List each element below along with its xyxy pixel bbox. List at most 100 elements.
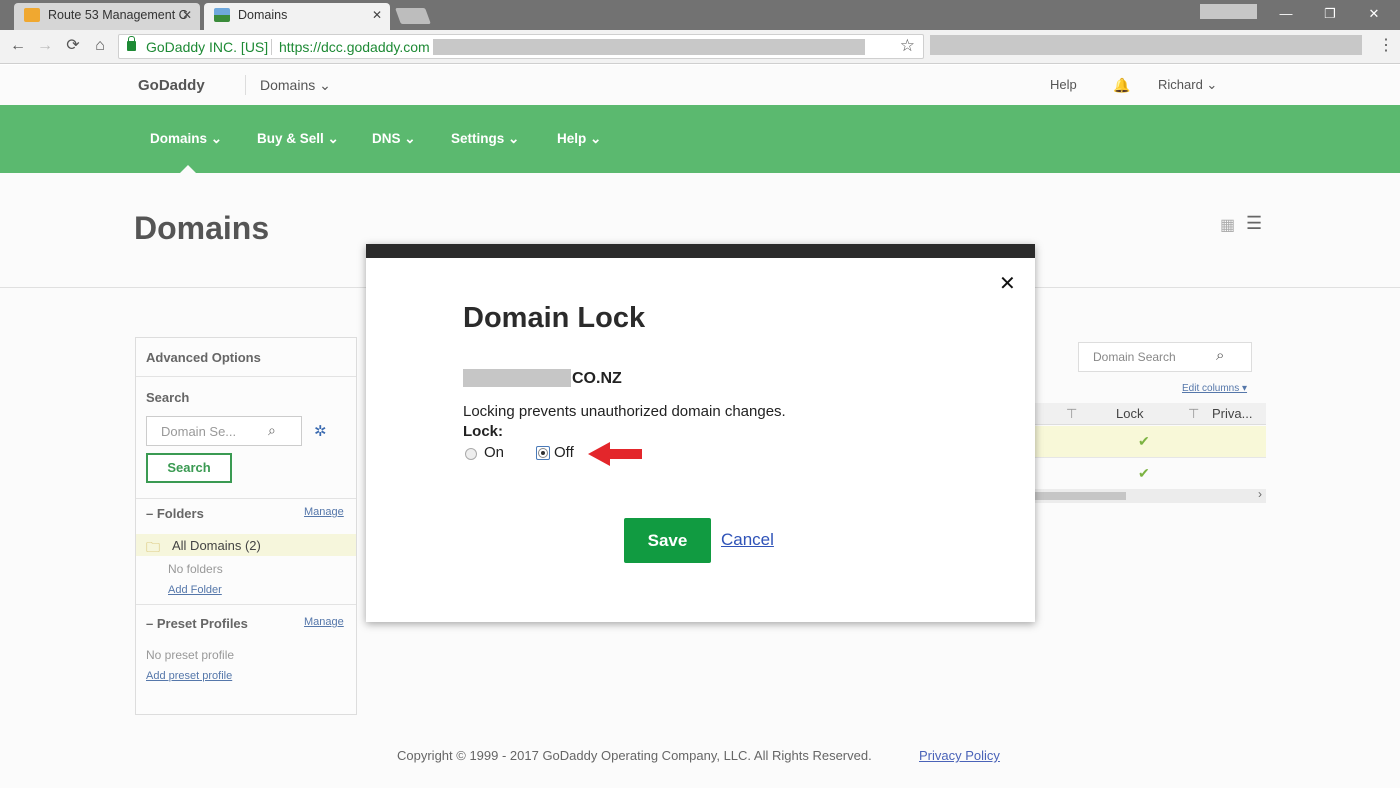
url-separator [271,39,272,55]
tab-title: Domains [238,8,288,22]
presets-manage-link[interactable]: Manage [304,616,344,628]
search-icon[interactable]: ⌕ [268,422,276,439]
extensions-redaction [930,35,1362,55]
divider [136,376,356,377]
filter-icon[interactable]: ⊤ [1188,406,1199,422]
domain-name-redaction [463,369,571,387]
user-menu[interactable]: Richard ⌄ [1158,77,1217,93]
advanced-options-panel: Advanced Options Search Domain Se... ⌕ ✲… [135,337,357,715]
domains-favicon-icon [214,8,230,22]
bookmark-star-icon[interactable]: ☆ [900,36,915,56]
browser-toolbar: ← → ⟳ ⌂ GoDaddy INC. [US] https://dcc.go… [0,30,1400,64]
close-icon[interactable]: ✕ [999,274,1016,294]
product-menu[interactable]: Domains ⌄ [260,77,331,94]
table-row[interactable]: ✔ [1030,458,1266,490]
domain-search-input[interactable]: Domain Search [1078,342,1252,372]
domain-name-suffix: CO.NZ [572,370,622,387]
search-options-icon[interactable]: ✲ [314,422,327,440]
aws-favicon-icon [24,8,40,22]
no-preset-text: No preset profile [146,648,235,662]
lock-off-radio[interactable] [538,448,548,458]
privacy-policy-link[interactable]: Privacy Policy [919,748,1000,763]
reload-button[interactable]: ⟳ [62,35,84,57]
header-help-link[interactable]: Help [1050,77,1077,92]
browser-tab-route53[interactable]: Route 53 Management C ✕ [14,3,200,30]
lock-off-radio-focus[interactable] [536,446,550,460]
browser-tab-domains[interactable]: Domains ✕ [204,3,390,30]
folder-icon: 🗀 [146,539,160,555]
sidebar-search-input[interactable]: Domain Se... [146,416,302,446]
modal-top-bar [366,244,1035,258]
add-folder-link[interactable]: Add Folder [168,584,222,596]
nav-help[interactable]: Help ⌄ [557,131,601,147]
grid-view-icon[interactable]: ▦ [1220,215,1235,235]
edit-columns-link[interactable]: Edit columns ▾ [1182,383,1247,394]
folders-manage-link[interactable]: Manage [304,506,344,518]
divider [136,498,356,499]
column-lock[interactable]: Lock [1116,406,1143,421]
copyright-text: Copyright © 1999 - 2017 GoDaddy Operatin… [397,748,872,763]
bell-icon[interactable]: 🔔 [1113,77,1130,94]
maximize-button[interactable]: ❐ [1310,2,1350,26]
nav-domains[interactable]: Domains ⌄ [150,131,222,147]
save-button[interactable]: Save [624,518,711,563]
new-tab-button[interactable] [395,8,431,24]
all-domains-folder[interactable]: 🗀 All Domains (2) [136,534,356,556]
nav-buy-sell[interactable]: Buy & Sell ⌄ [257,131,339,147]
site-header: GoDaddy Domains ⌄ Help 🔔 Richard ⌄ [0,65,1400,105]
search-label: Search [146,390,190,405]
scrollbar-thumb[interactable] [1030,492,1126,500]
sidebar-search-button[interactable]: Search [146,453,232,483]
table-horizontal-scrollbar[interactable]: › [1030,487,1266,503]
godaddy-logo[interactable]: GoDaddy [138,77,205,94]
advanced-options-heading[interactable]: Advanced Options [146,350,261,365]
nav-active-indicator [180,165,196,173]
check-icon: ✔ [1138,433,1150,449]
folders-heading[interactable]: – Folders [146,506,204,521]
add-preset-link[interactable]: Add preset profile [146,670,232,682]
home-button[interactable]: ⌂ [89,35,111,57]
lock-on-label[interactable]: On [484,444,504,461]
table-header: ⊤ Lock ⊤ Priva... [1030,403,1266,425]
address-bar[interactable]: GoDaddy INC. [US] https://dcc.godaddy.co… [118,34,924,59]
close-window-button[interactable]: ✕ [1354,2,1394,26]
nav-settings[interactable]: Settings ⌄ [451,131,519,147]
url-text: https://dcc.godaddy.com [279,39,430,55]
filter-icon[interactable]: ⊤ [1066,406,1077,422]
lock-off-label[interactable]: Off [554,444,574,461]
header-divider [245,75,246,95]
cancel-link[interactable]: Cancel [721,530,774,550]
lock-on-radio[interactable] [465,448,477,460]
preset-profiles-heading[interactable]: – Preset Profiles [146,616,248,631]
table-row[interactable]: ✔ [1030,426,1266,458]
all-domains-label: All Domains (2) [172,538,261,553]
domains-table-area: Domain Search ⌕ Edit columns ▾ ⊤ Lock ⊤ … [1030,337,1266,505]
search-icon[interactable]: ⌕ [1216,347,1224,364]
scroll-right-icon[interactable]: › [1258,487,1262,501]
browser-menu-icon[interactable]: ⋮ [1378,35,1394,55]
secure-lock-icon [127,36,136,51]
forward-button[interactable]: → [34,35,56,57]
page-title: Domains [134,210,270,246]
modal-title: Domain Lock [463,302,646,334]
domain-lock-modal: ✕ Domain Lock CO.NZ Locking prevents una… [366,244,1035,622]
url-redaction [433,39,865,55]
list-view-icon[interactable]: ☰ [1246,213,1262,234]
red-arrow-annotation-icon [588,442,642,466]
minimize-button[interactable]: — [1266,2,1306,26]
tab-close-icon[interactable]: ✕ [182,3,192,27]
tab-title: Route 53 Management C [48,8,188,22]
nav-dns[interactable]: DNS ⌄ [372,131,416,147]
profile-button[interactable] [1200,4,1257,19]
lock-label: Lock: [463,423,504,440]
security-label: GoDaddy INC. [US] [146,39,269,55]
main-nav: Domains ⌄ Buy & Sell ⌄ DNS ⌄ Settings ⌄ … [0,105,1400,173]
lock-description: Locking prevents unauthorized domain cha… [463,403,786,420]
divider [136,604,356,605]
no-folders-text: No folders [168,562,223,576]
back-button[interactable]: ← [7,35,29,57]
domain-search-placeholder: Domain Search [1093,350,1176,364]
column-privacy[interactable]: Priva... [1212,406,1252,421]
tab-close-icon[interactable]: ✕ [372,3,382,27]
browser-tabstrip: Route 53 Management C ✕ Domains ✕ — ❐ ✕ [0,0,1400,30]
